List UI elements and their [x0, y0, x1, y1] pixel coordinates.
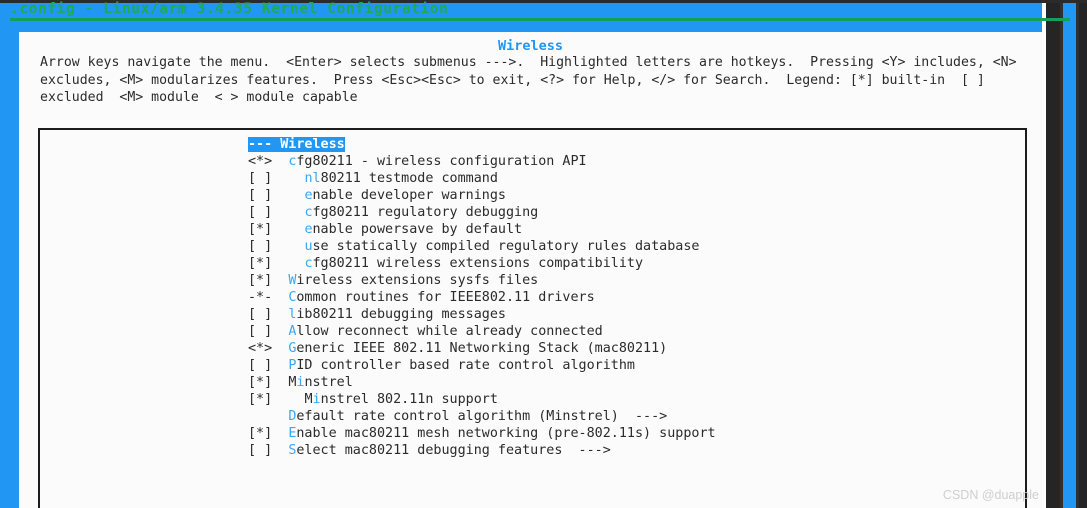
menu-item[interactable]: -*- Common routines for IEEE802.11 drive…	[248, 289, 716, 306]
menu-item-flag: [*]	[248, 392, 305, 407]
menu-item[interactable]: [ ] nl80211 testmode command	[248, 170, 716, 187]
menu-box: --- Wireless <*> cfg80211 - wireless conf…	[38, 128, 1027, 508]
menu-item[interactable]: [*] cfg80211 wireless extensions compati…	[248, 255, 716, 272]
menu-item-flag: [ ]	[248, 307, 289, 322]
menu-list: --- Wireless <*> cfg80211 - wireless conf…	[248, 136, 716, 459]
menu-item-label: fg80211 - wireless configuration API	[296, 154, 587, 169]
menu-item[interactable]: [ ] PID controller based rate control al…	[248, 357, 716, 374]
menu-item-label: fg80211 wireless extensions compatibilit…	[312, 256, 644, 271]
menu-item-flag: [*]	[248, 375, 289, 390]
menu-item-label: ID controller based rate control algorit…	[296, 358, 635, 373]
menu-item[interactable]: [*] Wireless extensions sysfs files	[248, 272, 716, 289]
menu-item[interactable]: [*] Minstrel 802.11n support	[248, 391, 716, 408]
menu-item-hotkey: i	[312, 392, 321, 407]
dialog-title: Wireless	[497, 38, 564, 54]
menu-item-hotkey: c	[304, 205, 313, 220]
menu-item[interactable]: [ ] cfg80211 regulatory debugging	[248, 204, 716, 221]
window-title: .config - Linux/arm 3.4.35 Kernel Config…	[10, 1, 449, 17]
menu-item[interactable]: [ ] lib80211 debugging messages	[248, 306, 716, 323]
menu-item[interactable]: Default rate control algorithm (Minstrel…	[248, 408, 716, 425]
menu-item-flag: [ ]	[248, 171, 305, 186]
scrollbar-thumb[interactable]	[1063, 3, 1076, 508]
menu-item-label: ireless extensions sysfs files	[296, 273, 539, 288]
menu-item[interactable]: [*] enable powersave by default	[248, 221, 716, 238]
menu-item-flag: <*>	[248, 341, 289, 356]
menu-item-label: nstrel 802.11n support	[320, 392, 498, 407]
menu-item-flag: [ ]	[248, 205, 305, 220]
menu-item[interactable]: [*] Minstrel	[248, 374, 716, 391]
menu-item-label: 80211 testmode command	[320, 171, 498, 186]
terminal-screen: .config - Linux/arm 3.4.35 Kernel Config…	[0, 0, 1087, 508]
menu-item-label: nable mac80211 mesh networking (pre-802.…	[296, 426, 716, 441]
menu-item-flag: [*]	[248, 256, 305, 271]
menu-item-flag: [ ]	[248, 188, 305, 203]
menu-item-label: llow reconnect while already connected	[296, 324, 603, 339]
menu-item[interactable]: [ ] Select mac80211 debugging features -…	[248, 442, 716, 459]
menu-item-hotkey: u	[304, 239, 313, 254]
menu-item-flag: -*-	[248, 290, 289, 305]
watermark: CSDN @duapple	[942, 488, 1039, 502]
dialog-content: Wireless Arrow keys navigate the menu. <…	[19, 32, 1042, 508]
window-right-edge	[1042, 3, 1046, 508]
menu-item-label-prefix: M	[304, 392, 313, 407]
menu-item-flag: [ ]	[248, 443, 289, 458]
menu-item[interactable]: <*> cfg80211 - wireless configuration AP…	[248, 153, 716, 170]
menu-item-label: ommon routines for IEEE802.11 drivers	[296, 290, 595, 305]
menu-item-flag: [ ]	[248, 358, 289, 373]
menu-item-hotkey: e	[304, 188, 313, 203]
menu-item-flag	[248, 409, 288, 424]
menu-item[interactable]: [*] Enable mac80211 mesh networking (pre…	[248, 425, 716, 442]
menu-item[interactable]: [ ] enable developer warnings	[248, 187, 716, 204]
menu-item-label: fg80211 regulatory debugging	[312, 205, 539, 220]
menu-item-label: elect mac80211 debugging features --->	[296, 443, 611, 458]
menu-item-flag: [*]	[248, 273, 289, 288]
menu-item-label: ib80211 debugging messages	[296, 307, 506, 322]
menu-item[interactable]: [ ] use statically compiled regulatory r…	[248, 238, 716, 255]
menu-item-flag: <*>	[248, 154, 289, 169]
title-separator-rule	[10, 18, 1070, 21]
menu-header-row[interactable]: --- Wireless	[248, 136, 716, 153]
menu-item-hotkey: c	[304, 256, 313, 271]
menu-item-flag: [*]	[248, 426, 289, 441]
menu-item-hotkey: e	[304, 222, 313, 237]
menu-item-label: nstrel	[304, 375, 353, 390]
menu-item-label: se statically compiled regulatory rules …	[312, 239, 700, 254]
menu-item-label: nable powersave by default	[312, 222, 523, 237]
scrollbar-track-right-edge	[1076, 3, 1079, 508]
menu-item-flag: [ ]	[248, 324, 289, 339]
menu-item-label: eneric IEEE 802.11 Networking Stack (mac…	[296, 341, 668, 356]
menu-item-flag: [ ]	[248, 239, 305, 254]
menu-item-hotkey: nl	[304, 171, 321, 186]
menu-item-flag: [*]	[248, 222, 305, 237]
menu-item-label: efault rate control algorithm (Minstrel)…	[296, 409, 668, 424]
menu-item[interactable]: [ ] Allow reconnect while already connec…	[248, 323, 716, 340]
menu-item-label: nable developer warnings	[312, 188, 506, 203]
menuconfig-dialog: Wireless Arrow keys navigate the menu. <…	[19, 32, 1042, 508]
help-text: Arrow keys navigate the menu. <Enter> se…	[40, 55, 1017, 105]
menu-item[interactable]: <*> Generic IEEE 802.11 Networking Stack…	[248, 340, 716, 357]
menu-header-label: --- Wireless	[248, 137, 345, 152]
